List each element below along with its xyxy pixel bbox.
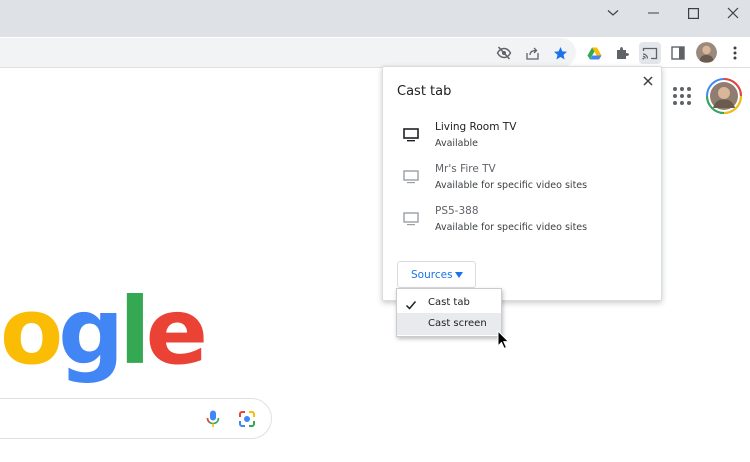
- sources-label: Sources: [411, 269, 453, 281]
- google-drive-icon[interactable]: [583, 42, 605, 64]
- maximize-icon[interactable]: [673, 0, 713, 26]
- sink-status: Available for specific video sites: [435, 180, 588, 191]
- menu-item-label: Cast tab: [428, 297, 470, 308]
- search-box[interactable]: [0, 398, 272, 439]
- tv-icon: [403, 211, 419, 226]
- sink-status: Available for specific video sites: [435, 222, 588, 233]
- close-icon[interactable]: [713, 0, 750, 26]
- sink-status: Available: [435, 138, 479, 149]
- close-icon[interactable]: [641, 74, 655, 88]
- profile-avatar[interactable]: [696, 42, 717, 63]
- menu-item-label: Cast screen: [428, 318, 487, 329]
- cast-sink-living-room-tv[interactable]: Living Room TV Available: [383, 121, 663, 161]
- logo-letter: l: [119, 278, 150, 385]
- sink-name: Mr's Fire TV: [435, 163, 496, 175]
- mouse-cursor-icon: [497, 329, 511, 350]
- google-account-avatar[interactable]: [706, 78, 742, 114]
- side-panel-icon[interactable]: [667, 42, 689, 64]
- sources-button[interactable]: Sources: [397, 261, 476, 288]
- logo-letter: o: [0, 278, 63, 385]
- window-title-bar: [0, 0, 750, 37]
- caret-down-icon: [455, 272, 463, 278]
- tv-icon: [403, 169, 419, 184]
- logo-letter: e: [145, 278, 208, 385]
- chevron-down-icon[interactable]: [593, 0, 633, 26]
- minimize-icon[interactable]: [633, 0, 673, 26]
- sink-name: Living Room TV: [435, 121, 517, 133]
- sink-name: PS5-388: [435, 205, 479, 217]
- microphone-icon[interactable]: [203, 409, 223, 429]
- google-logo: ogle: [0, 286, 208, 378]
- sources-menu: Cast tab Cast screen: [396, 288, 502, 337]
- eye-off-icon[interactable]: [493, 42, 515, 64]
- cast-icon[interactable]: [639, 42, 661, 64]
- bookmark-star-icon[interactable]: [549, 42, 571, 64]
- cast-dialog: Cast tab Living Room TV Available Mr's F…: [382, 66, 662, 301]
- share-icon[interactable]: [521, 42, 543, 64]
- address-bar[interactable]: [0, 38, 576, 67]
- tv-icon: [403, 127, 419, 142]
- menu-item-cast-screen[interactable]: Cast screen: [397, 313, 501, 335]
- google-apps-grid-icon[interactable]: [672, 86, 692, 106]
- logo-letter: g: [58, 278, 124, 385]
- cast-sink-ps5-388[interactable]: PS5-388 Available for specific video sit…: [383, 205, 663, 245]
- google-lens-camera-icon[interactable]: [237, 409, 257, 429]
- cast-sink-mrs-fire-tv[interactable]: Mr's Fire TV Available for specific vide…: [383, 163, 663, 203]
- menu-item-cast-tab[interactable]: Cast tab: [397, 292, 501, 314]
- more-vert-icon[interactable]: [724, 42, 746, 64]
- browser-toolbar: [0, 37, 750, 68]
- extensions-puzzle-icon[interactable]: [611, 42, 633, 64]
- checkmark-icon: [405, 296, 417, 310]
- dialog-title: Cast tab: [397, 84, 452, 99]
